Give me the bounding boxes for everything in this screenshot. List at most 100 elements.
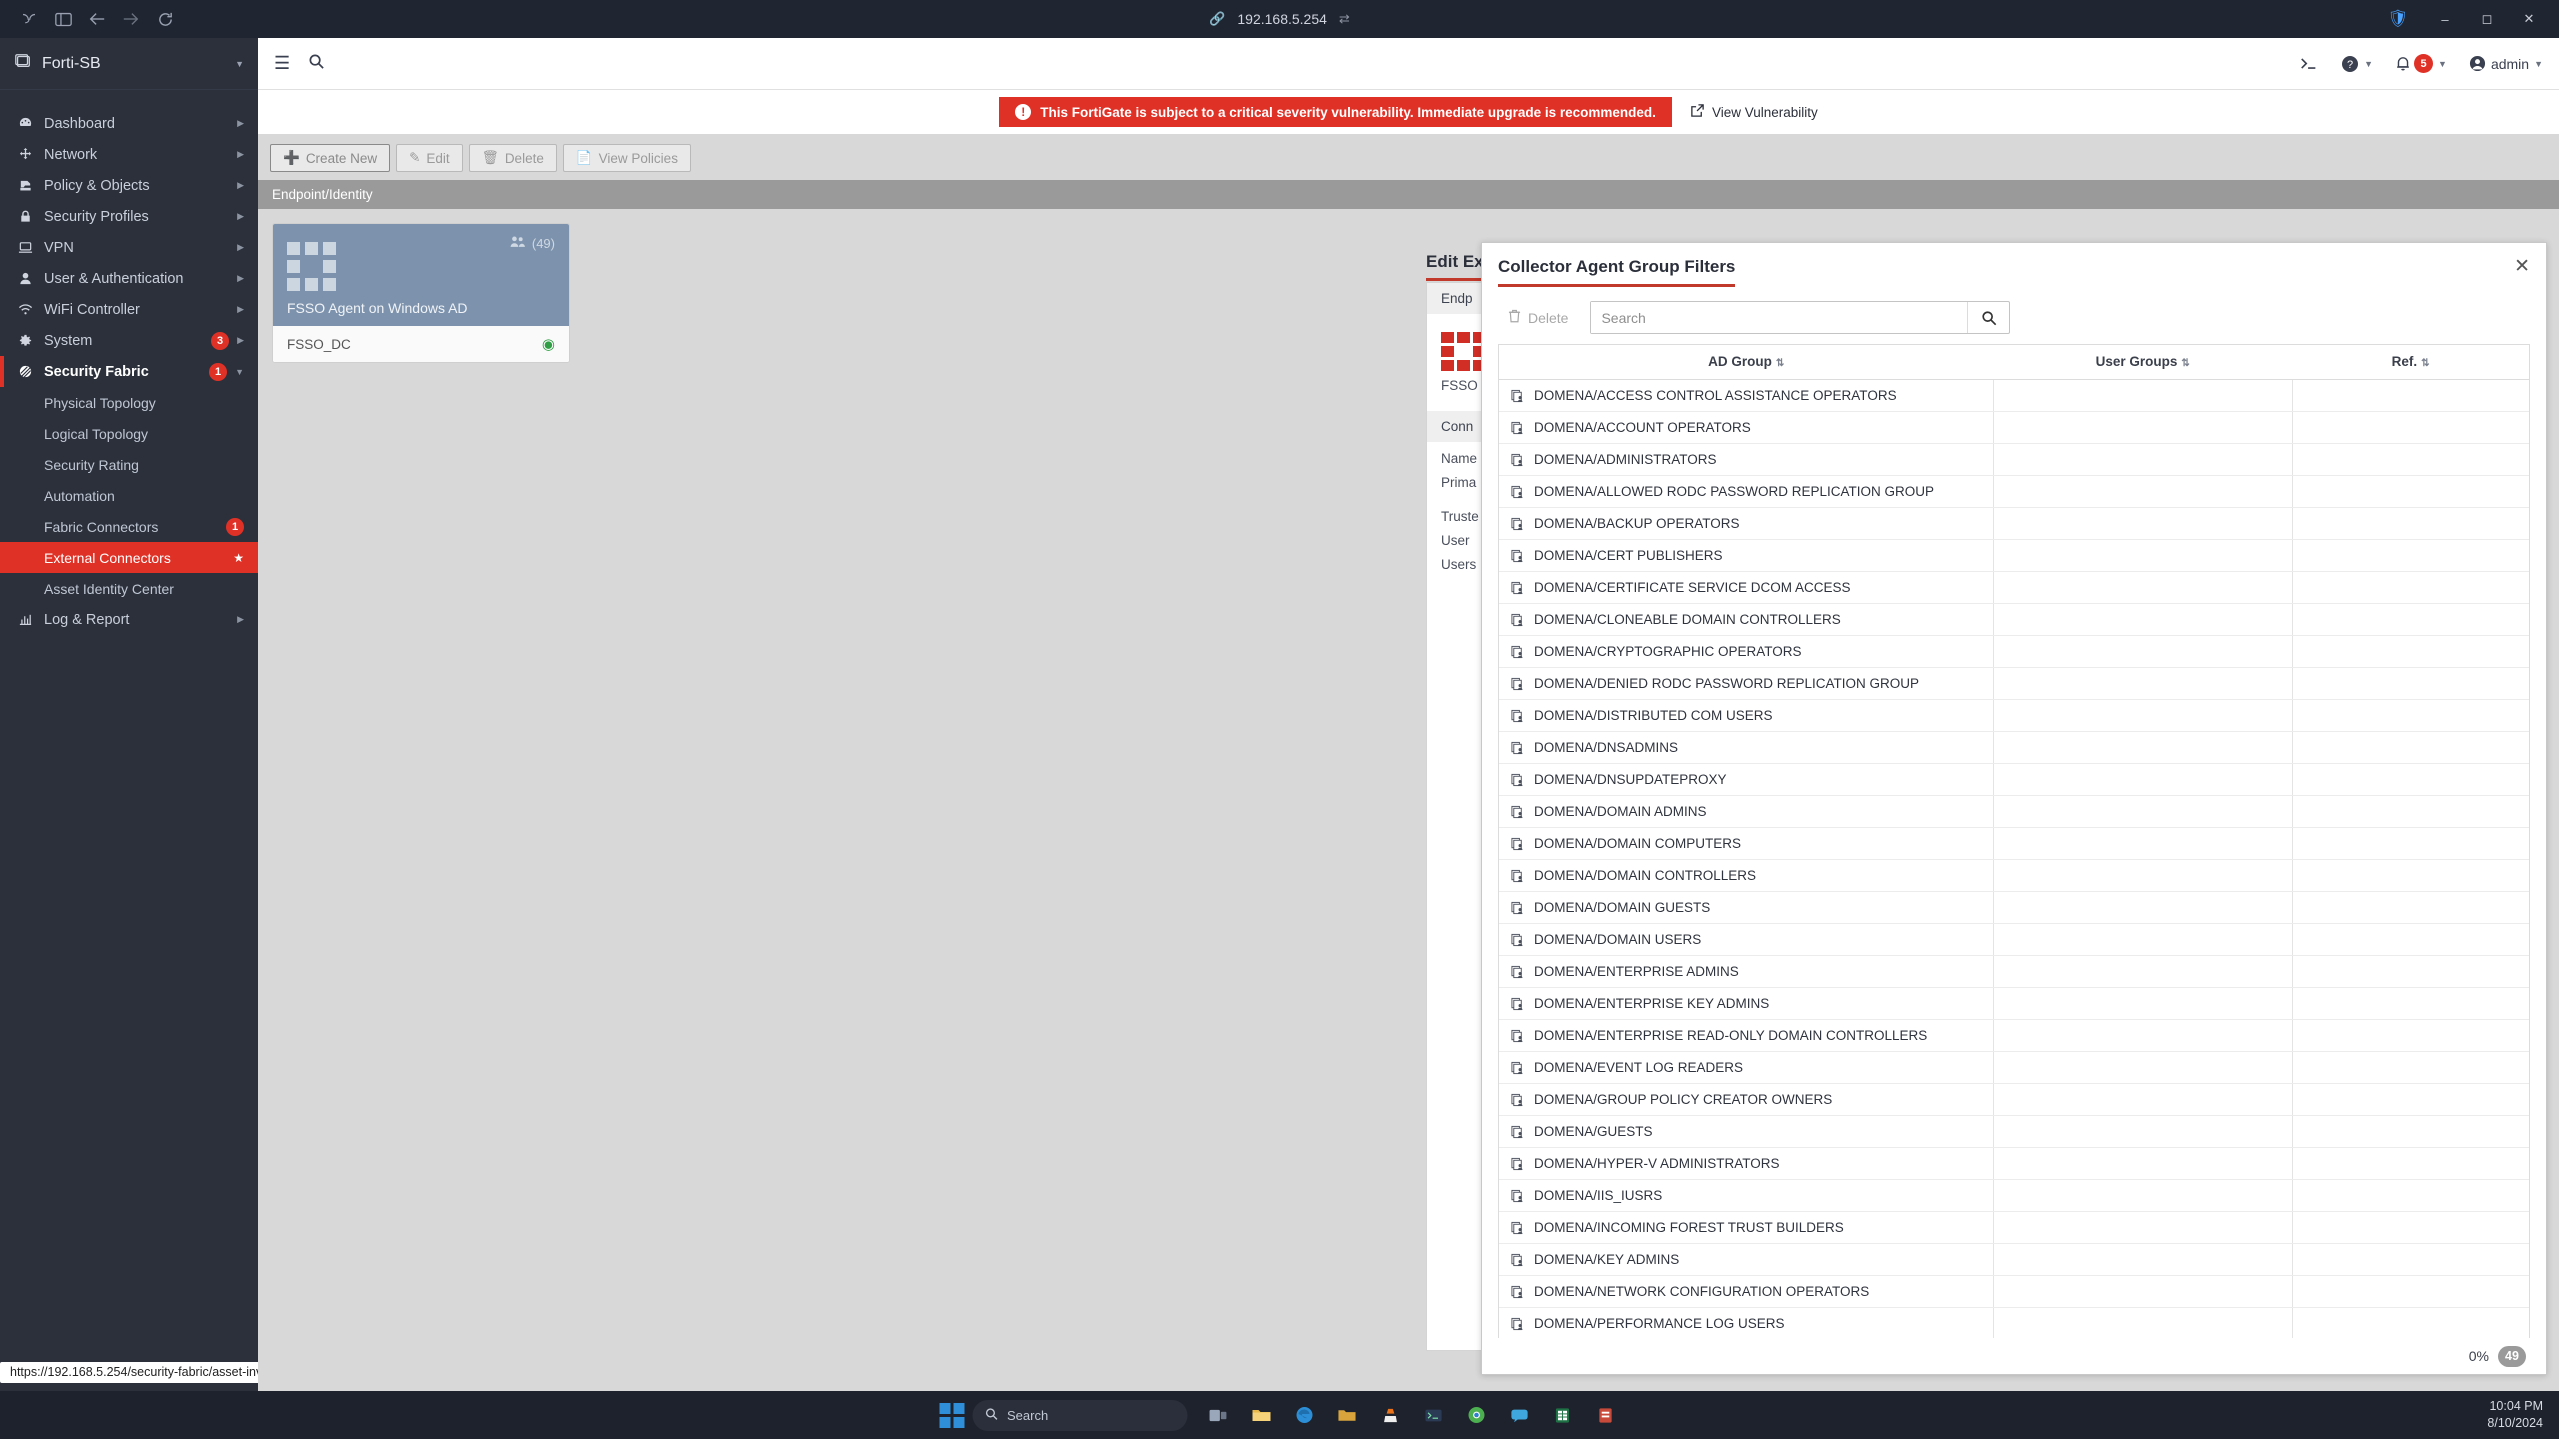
- browser-app-icon[interactable]: [12, 4, 46, 34]
- cell-ref[interactable]: [2292, 1275, 2529, 1308]
- cell-ad-group[interactable]: DOMENA/DISTRIBUTED COM USERS: [1499, 699, 1994, 732]
- fsso-connector-card[interactable]: (49) FSSO Agent on Windows AD FSSO_DC ◉: [272, 223, 570, 363]
- cell-ref[interactable]: [2292, 763, 2529, 796]
- column-header-user-groups[interactable]: User Groups ⇅: [1993, 345, 2293, 380]
- sidebar-item-fabric-connectors[interactable]: Fabric Connectors 1: [0, 511, 258, 542]
- column-header-ref[interactable]: Ref. ⇅: [2292, 345, 2529, 380]
- search-icon[interactable]: [308, 53, 325, 75]
- cell-ref[interactable]: [2292, 539, 2529, 572]
- sidebar-item-external-connectors[interactable]: External Connectors ★: [0, 542, 258, 573]
- cell-ad-group[interactable]: DOMENA/INCOMING FOREST TRUST BUILDERS: [1499, 1211, 1994, 1244]
- cell-ad-group[interactable]: DOMENA/GUESTS: [1499, 1115, 1994, 1148]
- cell-ad-group[interactable]: DOMENA/CLONEABLE DOMAIN CONTROLLERS: [1499, 603, 1994, 636]
- table-row[interactable]: DOMENA/ENTERPRISE KEY ADMINS: [1499, 987, 2529, 1020]
- cell-user-groups[interactable]: [1993, 667, 2293, 700]
- cell-ad-group[interactable]: DOMENA/CERT PUBLISHERS: [1499, 539, 1994, 572]
- cell-user-groups[interactable]: [1993, 1051, 2293, 1084]
- cell-user-groups[interactable]: [1993, 1275, 2293, 1308]
- view-policies-button[interactable]: 📄 View Policies: [562, 144, 691, 172]
- cell-ad-group[interactable]: DOMENA/GROUP POLICY CREATOR OWNERS: [1499, 1083, 1994, 1116]
- terminal-icon[interactable]: [1418, 1400, 1448, 1430]
- cell-ad-group[interactable]: DOMENA/DOMAIN ADMINS: [1499, 795, 1994, 828]
- user-menu[interactable]: admin ▼: [2469, 55, 2543, 72]
- cell-user-groups[interactable]: [1993, 1211, 2293, 1244]
- table-row[interactable]: DOMENA/GUESTS: [1499, 1115, 2529, 1148]
- table-row[interactable]: DOMENA/HYPER-V ADMINISTRATORS: [1499, 1147, 2529, 1180]
- table-row[interactable]: DOMENA/ENTERPRISE READ-ONLY DOMAIN CONTR…: [1499, 1019, 2529, 1052]
- sidebar-item-dashboard[interactable]: Dashboard ▶: [0, 108, 258, 139]
- address-bar[interactable]: 🔗 192.168.5.254 ⇄: [1209, 11, 1350, 27]
- app-icon[interactable]: [1590, 1400, 1620, 1430]
- table-row[interactable]: DOMENA/DOMAIN ADMINS: [1499, 795, 2529, 828]
- table-row[interactable]: DOMENA/CERT PUBLISHERS: [1499, 539, 2529, 572]
- cell-ref[interactable]: [2292, 571, 2529, 604]
- cell-ref[interactable]: [2292, 1307, 2529, 1338]
- table-row[interactable]: DOMENA/DNSUPDATEPROXY: [1499, 763, 2529, 796]
- cell-ref[interactable]: [2292, 507, 2529, 540]
- cell-ref[interactable]: [2292, 1051, 2529, 1084]
- cell-ref[interactable]: [2292, 1179, 2529, 1212]
- cell-ad-group[interactable]: DOMENA/NETWORK CONFIGURATION OPERATORS: [1499, 1275, 1994, 1308]
- table-row[interactable]: DOMENA/IIS_IUSRS: [1499, 1179, 2529, 1212]
- cell-user-groups[interactable]: [1993, 1115, 2293, 1148]
- cell-ref[interactable]: [2292, 603, 2529, 636]
- cell-ref[interactable]: [2292, 795, 2529, 828]
- sidebar-item-system[interactable]: System 3 ▶: [0, 325, 258, 356]
- cell-ref[interactable]: [2292, 955, 2529, 988]
- cell-user-groups[interactable]: [1993, 379, 2293, 412]
- table-row[interactable]: DOMENA/DOMAIN CONTROLLERS: [1499, 859, 2529, 892]
- minimize-button[interactable]: –: [2425, 4, 2465, 34]
- cell-ad-group[interactable]: DOMENA/BACKUP OPERATORS: [1499, 507, 1994, 540]
- help-button[interactable]: ? ▼: [2341, 55, 2373, 73]
- cell-ad-group[interactable]: DOMENA/ACCESS CONTROL ASSISTANCE OPERATO…: [1499, 379, 1994, 412]
- cell-ref[interactable]: [2292, 891, 2529, 924]
- cell-ref[interactable]: [2292, 443, 2529, 476]
- cell-ad-group[interactable]: DOMENA/DNSUPDATEPROXY: [1499, 763, 1994, 796]
- table-row[interactable]: DOMENA/GROUP POLICY CREATOR OWNERS: [1499, 1083, 2529, 1116]
- table-row[interactable]: DOMENA/DISTRIBUTED COM USERS: [1499, 699, 2529, 732]
- reload-icon[interactable]: [148, 4, 182, 34]
- cell-ad-group[interactable]: DOMENA/DOMAIN CONTROLLERS: [1499, 859, 1994, 892]
- cell-user-groups[interactable]: [1993, 1243, 2293, 1276]
- cell-ref[interactable]: [2292, 411, 2529, 444]
- table-row[interactable]: DOMENA/ACCOUNT OPERATORS: [1499, 411, 2529, 444]
- cell-user-groups[interactable]: [1993, 795, 2293, 828]
- table-row[interactable]: DOMENA/BACKUP OPERATORS: [1499, 507, 2529, 540]
- create-new-button[interactable]: ➕ Create New: [270, 144, 391, 172]
- cell-ad-group[interactable]: DOMENA/EVENT LOG READERS: [1499, 1051, 1994, 1084]
- cell-user-groups[interactable]: [1993, 891, 2293, 924]
- dialog-delete-button[interactable]: Delete: [1498, 303, 1578, 332]
- cell-user-groups[interactable]: [1993, 507, 2293, 540]
- cell-ref[interactable]: [2292, 1243, 2529, 1276]
- sidebar-item-physical-topology[interactable]: Physical Topology: [0, 387, 258, 418]
- notification-bell-button[interactable]: 5 ▼: [2395, 54, 2447, 73]
- cell-user-groups[interactable]: [1993, 859, 2293, 892]
- taskview-icon[interactable]: [1203, 1400, 1233, 1430]
- cell-ref[interactable]: [2292, 635, 2529, 668]
- sidebar-item-policy-objects[interactable]: Policy & Objects ▶: [0, 170, 258, 201]
- split-screen-icon[interactable]: ⇄: [1339, 11, 1350, 27]
- cell-ref[interactable]: [2292, 1083, 2529, 1116]
- cell-ad-group[interactable]: DOMENA/DENIED RODC PASSWORD REPLICATION …: [1499, 667, 1994, 700]
- cell-ad-group[interactable]: DOMENA/ENTERPRISE ADMINS: [1499, 955, 1994, 988]
- cell-ref[interactable]: [2292, 731, 2529, 764]
- cell-ad-group[interactable]: DOMENA/HYPER-V ADMINISTRATORS: [1499, 1147, 1994, 1180]
- cell-user-groups[interactable]: [1993, 411, 2293, 444]
- cell-ref[interactable]: [2292, 987, 2529, 1020]
- cell-ad-group[interactable]: DOMENA/ALLOWED RODC PASSWORD REPLICATION…: [1499, 475, 1994, 508]
- table-row[interactable]: DOMENA/PERFORMANCE LOG USERS: [1499, 1307, 2529, 1338]
- sidebar-item-automation[interactable]: Automation: [0, 480, 258, 511]
- cell-ref[interactable]: [2292, 667, 2529, 700]
- sidebar-item-security-profiles[interactable]: Security Profiles ▶: [0, 201, 258, 232]
- hamburger-icon[interactable]: ☰: [274, 53, 290, 74]
- sidebar-item-vpn[interactable]: VPN ▶: [0, 232, 258, 263]
- forward-arrow-icon[interactable]: [114, 4, 148, 34]
- delete-button[interactable]: 🗑 Delete: [468, 144, 557, 172]
- sidebar-item-security-fabric[interactable]: Security Fabric 1 ▼: [0, 356, 258, 387]
- cell-ad-group[interactable]: DOMENA/PERFORMANCE LOG USERS: [1499, 1307, 1994, 1338]
- sidebar-item-logical-topology[interactable]: Logical Topology: [0, 418, 258, 449]
- cell-ad-group[interactable]: DOMENA/ADMINISTRATORS: [1499, 443, 1994, 476]
- cell-ad-group[interactable]: DOMENA/ACCOUNT OPERATORS: [1499, 411, 1994, 444]
- cell-ref[interactable]: [2292, 1019, 2529, 1052]
- sidebar-item-asset-identity-center[interactable]: Asset Identity Center: [0, 573, 258, 604]
